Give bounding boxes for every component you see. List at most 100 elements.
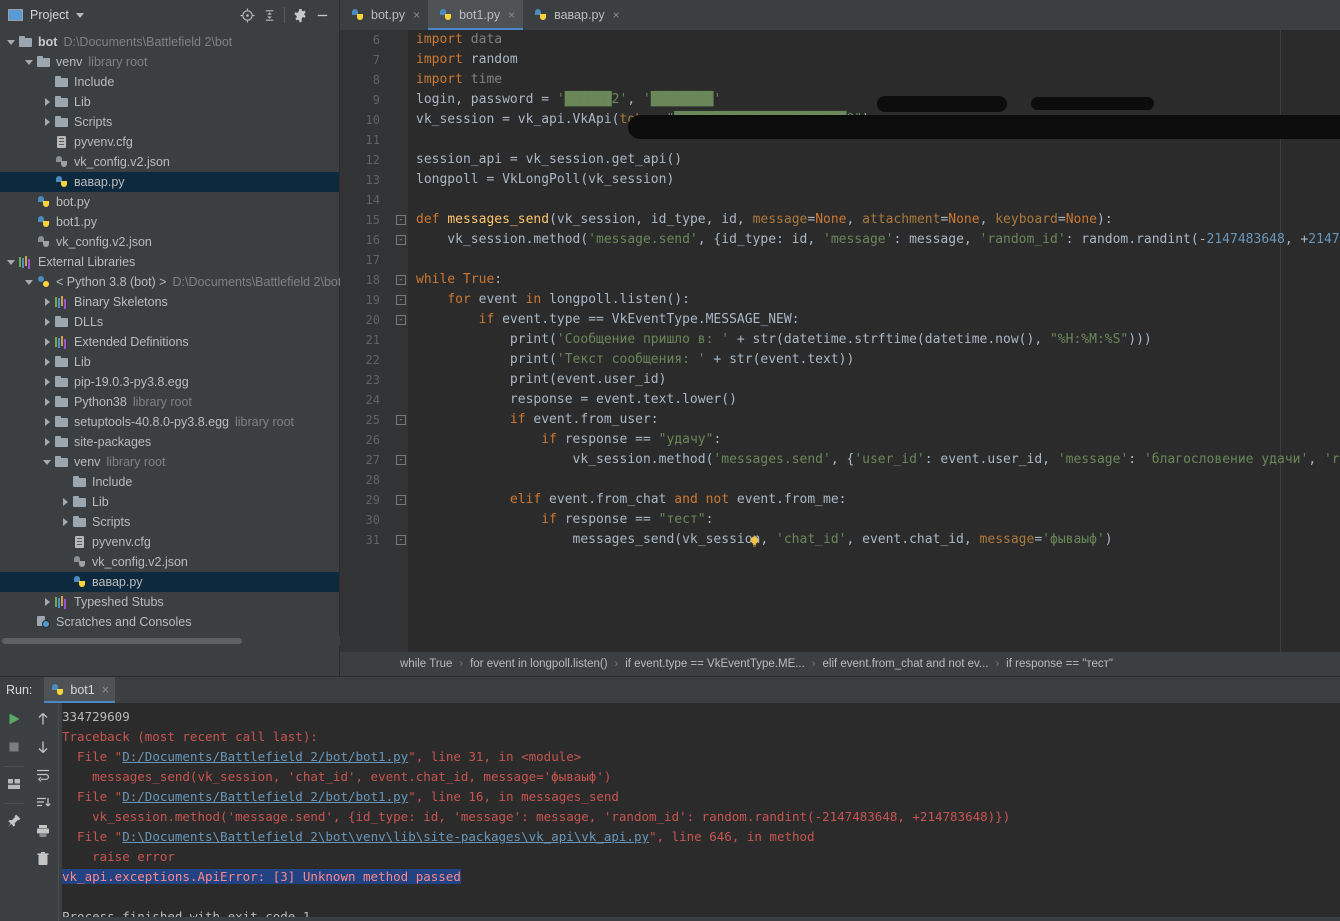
- chevron-right-icon[interactable]: [42, 377, 53, 388]
- code-line-17[interactable]: 17: [340, 250, 1340, 270]
- collapse-all-icon[interactable]: [258, 4, 280, 26]
- tree-node-external-libraries[interactable]: External Libraries: [0, 252, 339, 272]
- code-line-21[interactable]: 21 print('Сообщение пришло в: ' + str(da…: [340, 330, 1340, 350]
- console-file-link[interactable]: D:/Documents/Battlefield 2/bot/bot1.py: [122, 789, 408, 804]
- tree-node-lib[interactable]: Lib: [0, 92, 339, 112]
- up-arrow-icon[interactable]: [31, 707, 55, 731]
- run-console-output[interactable]: 334729609 Traceback (most recent call las…: [62, 703, 1340, 917]
- intention-bulb-icon[interactable]: [748, 535, 760, 547]
- tree-node-python38[interactable]: Python38 library root: [0, 392, 339, 412]
- tree-node-include[interactable]: Include: [0, 72, 339, 92]
- tree-node-vk_config.v2.json[interactable]: vk_config.v2.json: [0, 152, 339, 172]
- tree-node-typeshed-stubs[interactable]: Typeshed Stubs: [0, 592, 339, 612]
- code-line-8[interactable]: 8 import time: [340, 70, 1340, 90]
- chevron-down-icon[interactable]: [42, 457, 53, 468]
- chevron-right-icon[interactable]: [42, 417, 53, 428]
- chevron-right-icon[interactable]: [42, 97, 53, 108]
- code-line-20[interactable]: 20 - if event.type == VkEventType.MESSAGE…: [340, 310, 1340, 330]
- tree-node-site-packages[interactable]: site-packages: [0, 432, 339, 452]
- fold-marker[interactable]: -: [396, 415, 406, 425]
- tree-node-bot1.py[interactable]: bot1.py: [0, 212, 339, 232]
- tree-node-pyvenv.cfg[interactable]: pyvenv.cfg: [0, 532, 339, 552]
- code-line-22[interactable]: 22 print('Текст сообщения: ' + str(event…: [340, 350, 1340, 370]
- tree-node-include[interactable]: Include: [0, 472, 339, 492]
- chevron-down-icon[interactable]: [6, 37, 17, 48]
- breadcrumb-item[interactable]: if event.type == VkEventType.ME...: [625, 658, 805, 670]
- tree-node-lib[interactable]: Lib: [0, 492, 339, 512]
- chevron-down-icon[interactable]: [6, 257, 17, 268]
- fold-marker[interactable]: -: [396, 455, 406, 465]
- code-line-24[interactable]: 24 response = event.text.lower(): [340, 390, 1340, 410]
- chevron-right-icon[interactable]: [42, 117, 53, 128]
- project-tree[interactable]: bot D:\Documents\Battlefield 2\bot venv lib…: [0, 30, 345, 632]
- console-file-link[interactable]: D:\Documents\Battlefield 2\bot\venv\lib\…: [122, 829, 649, 844]
- fold-marker[interactable]: -: [396, 235, 406, 245]
- stop-icon[interactable]: [2, 735, 26, 759]
- fold-marker[interactable]: -: [396, 495, 406, 505]
- chevron-right-icon[interactable]: [42, 297, 53, 308]
- code-line-9[interactable]: 9 login, password = '██████2', '████████': [340, 90, 1340, 110]
- chevron-right-icon[interactable]: [42, 397, 53, 408]
- chevron-right-icon[interactable]: [42, 437, 53, 448]
- fold-marker[interactable]: -: [396, 535, 406, 545]
- code-line-19[interactable]: 19 - for event in longpoll.listen():: [340, 290, 1340, 310]
- tree-node-scripts[interactable]: Scripts: [0, 112, 339, 132]
- fold-marker[interactable]: -: [396, 215, 406, 225]
- layout-icon[interactable]: [2, 772, 26, 796]
- breadcrumb-item[interactable]: while True: [400, 658, 452, 670]
- code-line-12[interactable]: 12 session_api = vk_session.get_api(): [340, 150, 1340, 170]
- editor-tab-bot.py[interactable]: bot.py ×: [340, 0, 429, 30]
- tree-node---python-3.8--bot---[interactable]: < Python 3.8 (bot) > D:\Documents\Battlef…: [0, 272, 345, 292]
- chevron-right-icon[interactable]: [42, 337, 53, 348]
- close-icon[interactable]: ×: [508, 9, 515, 21]
- chevron-down-icon[interactable]: [24, 277, 35, 288]
- tree-node-setuptools-40.8.0-py3.8.egg[interactable]: setuptools-40.8.0-py3.8.egg library root: [0, 412, 339, 432]
- tree-node-vk_config.v2.json[interactable]: vk_config.v2.json: [0, 232, 339, 252]
- code-lines[interactable]: 6 import data 7 import random 8 import time 9 l…: [340, 30, 1340, 550]
- editor-tab-bot1.py[interactable]: bot1.py ×: [428, 0, 524, 30]
- code-line-13[interactable]: 13 longpoll = VkLongPoll(vk_session): [340, 170, 1340, 190]
- chevron-right-icon[interactable]: [60, 497, 71, 508]
- gear-icon[interactable]: [289, 4, 311, 26]
- run-configuration-tab[interactable]: bot1 ×: [44, 677, 116, 703]
- code-line-26[interactable]: 26 if response == "удачу":: [340, 430, 1340, 450]
- fold-marker[interactable]: -: [396, 315, 406, 325]
- code-line-29[interactable]: 29 - elif event.from_chat and not event.f…: [340, 490, 1340, 510]
- minimize-icon[interactable]: [311, 4, 333, 26]
- scroll-to-end-icon[interactable]: [31, 791, 55, 815]
- trash-icon[interactable]: [31, 847, 55, 871]
- code-line-6[interactable]: 6 import data: [340, 30, 1340, 50]
- code-line-28[interactable]: 28: [340, 470, 1340, 490]
- tree-node------.py[interactable]: вавар.py: [0, 572, 339, 592]
- code-line-27[interactable]: 27 - vk_session.method('messages.send', {…: [340, 450, 1340, 470]
- close-icon[interactable]: ×: [613, 9, 620, 21]
- print-icon[interactable]: [31, 819, 55, 843]
- chevron-down-icon[interactable]: [24, 57, 35, 68]
- tree-node-dlls[interactable]: DLLs: [0, 312, 339, 332]
- tree-node-bot[interactable]: bot D:\Documents\Battlefield 2\bot: [0, 32, 339, 52]
- breadcrumb-item[interactable]: for event in longpoll.listen(): [470, 658, 607, 670]
- tree-node-binary-skeletons[interactable]: Binary Skeletons: [0, 292, 339, 312]
- chevron-down-icon[interactable]: [75, 12, 84, 18]
- code-line-16[interactable]: 16 - vk_session.method('message.send', {i…: [340, 230, 1340, 250]
- tree-node-scripts[interactable]: Scripts: [0, 512, 339, 532]
- chevron-right-icon[interactable]: [42, 357, 53, 368]
- tree-node-extended-definitions[interactable]: Extended Definitions: [0, 332, 339, 352]
- code-line-15[interactable]: 15 - def messages_send(vk_session, id_type…: [340, 210, 1340, 230]
- tree-node-vk_config.v2.json[interactable]: vk_config.v2.json: [0, 552, 339, 572]
- tree-node-venv[interactable]: venv library root: [0, 52, 339, 72]
- close-icon[interactable]: ×: [413, 9, 420, 21]
- chevron-right-icon[interactable]: [60, 517, 71, 528]
- code-line-23[interactable]: 23 print(event.user_id): [340, 370, 1340, 390]
- code-editor[interactable]: 6 import data 7 import random 8 import time 9 l…: [340, 30, 1340, 652]
- pin-icon[interactable]: [2, 809, 26, 833]
- code-line-18[interactable]: 18 - while True:: [340, 270, 1340, 290]
- tree-node------.py[interactable]: вавар.py: [0, 172, 339, 192]
- code-line-25[interactable]: 25 - if event.from_user:: [340, 410, 1340, 430]
- code-line-14[interactable]: 14: [340, 190, 1340, 210]
- tree-node-lib[interactable]: Lib: [0, 352, 339, 372]
- tree-node-pip-19.0.3-py3.8.egg[interactable]: pip-19.0.3-py3.8.egg: [0, 372, 339, 392]
- tree-node-bot.py[interactable]: bot.py: [0, 192, 339, 212]
- console-file-link[interactable]: D:/Documents/Battlefield 2/bot/bot1.py: [122, 749, 408, 764]
- tree-node-pyvenv.cfg[interactable]: pyvenv.cfg: [0, 132, 339, 152]
